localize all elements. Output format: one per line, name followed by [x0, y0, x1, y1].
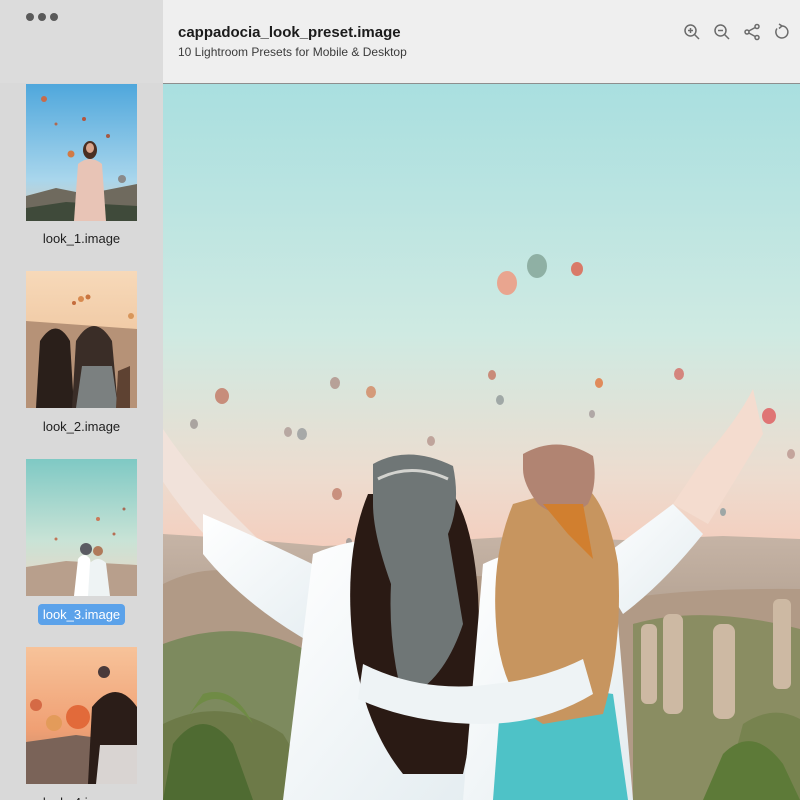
- thumbnail-label-selected[interactable]: look_3.image: [0, 604, 163, 625]
- sidebar-header: [0, 0, 163, 83]
- viewer-header: cappadocia_look_preset.image 10 Lightroo…: [163, 0, 800, 84]
- thumbnail-look-2[interactable]: [26, 271, 137, 408]
- thumbnail-look-4[interactable]: [26, 647, 137, 784]
- share-icon[interactable]: [742, 21, 762, 43]
- thumbnail-label[interactable]: look_2.image: [0, 419, 163, 434]
- main-image-preview[interactable]: [163, 84, 800, 800]
- toolbar: [682, 21, 792, 43]
- file-subtitle: 10 Lightroom Presets for Mobile & Deskto…: [178, 45, 407, 59]
- thumbnail-look-1[interactable]: [26, 84, 137, 221]
- thumbnail-sidebar: look_1.image look_2.image look_3.image: [0, 0, 163, 800]
- more-dots-icon[interactable]: [26, 13, 58, 21]
- thumbnail-label[interactable]: look_1.image: [0, 231, 163, 246]
- rotate-icon[interactable]: [772, 21, 792, 43]
- thumbnail-label[interactable]: look_4.image: [0, 795, 163, 800]
- thumbnail-look-3[interactable]: [26, 459, 137, 596]
- zoom-in-icon[interactable]: [682, 21, 702, 43]
- file-title: cappadocia_look_preset.image: [178, 24, 401, 41]
- zoom-out-icon[interactable]: [712, 21, 732, 43]
